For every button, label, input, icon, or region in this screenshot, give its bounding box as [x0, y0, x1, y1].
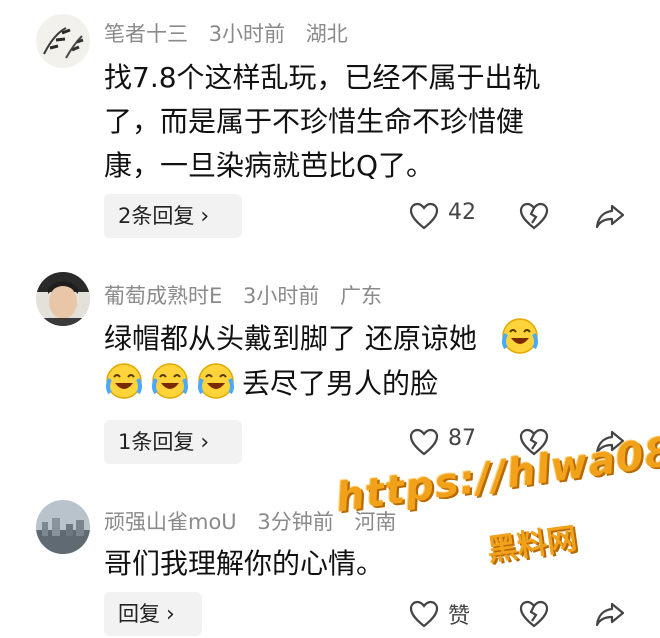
crying-laughing-emoji-icon — [150, 361, 190, 401]
username[interactable]: 葡萄成熟时E — [104, 284, 222, 308]
crying-laughing-emoji-icon — [104, 361, 144, 401]
like-count: 42 — [448, 200, 476, 225]
view-replies-label: 1条回复 — [118, 430, 195, 454]
comment-actions: 42 — [400, 194, 640, 238]
comment-actions: 赞 — [400, 592, 640, 636]
reply-button[interactable]: 回复 › — [104, 592, 202, 636]
comment-meta: 笔者十三 3小时前 湖北 — [104, 18, 362, 48]
chevron-right-icon: › — [166, 602, 175, 627]
chevron-right-icon: › — [200, 430, 210, 455]
comment-meta: 葡萄成熟时E 3小时前 广东 — [104, 280, 396, 310]
username[interactable]: 顽强山雀moU — [104, 510, 237, 534]
share-arrow-icon[interactable] — [594, 598, 626, 630]
timestamp: 3小时前 — [242, 284, 320, 308]
comment-text-line: 丢尽了男人的脸 — [104, 361, 634, 406]
comment-text-line: 康，一旦染病就芭比Q了。 — [104, 149, 435, 182]
heart-outline-icon[interactable] — [408, 200, 440, 232]
timestamp: 3小时前 — [208, 22, 286, 46]
broken-heart-icon[interactable] — [518, 200, 550, 232]
location: 湖北 — [305, 22, 348, 46]
timestamp: 3分钟前 — [257, 510, 334, 534]
comment-text: 找7.8个这样乱玩，已经不属于出轨 了，而是属于不珍惜生命不珍惜健 康，一旦染病… — [104, 56, 634, 188]
like-label: 赞 — [448, 604, 471, 629]
crying-laughing-emoji-icon — [500, 316, 540, 356]
view-replies-button[interactable]: 2条回复 › — [104, 194, 242, 238]
share-arrow-icon[interactable] — [594, 200, 626, 232]
username[interactable]: 笔者十三 — [104, 22, 188, 46]
comment-2: 葡萄成熟时E 3小时前 广东 绿帽都从头戴到脚了 还原谅她 丢尽了男人的脸 1条… — [0, 262, 660, 472]
reply-label: 回复 — [118, 602, 160, 626]
comment-text-line: 找7.8个这样乱玩，已经不属于出轨 — [104, 61, 541, 94]
view-replies-button[interactable]: 1条回复 › — [104, 420, 242, 464]
avatar[interactable] — [36, 500, 90, 554]
comment-text-part: 丢尽了男人的脸 — [242, 367, 439, 400]
location: 广东 — [340, 284, 383, 308]
comment-1: 笔者十三 3小时前 湖北 找7.8个这样乱玩，已经不属于出轨 了，而是属于不珍惜… — [0, 0, 660, 245]
broken-heart-icon[interactable] — [518, 598, 550, 630]
comment-text: 绿帽都从头戴到脚了 还原谅她 丢尽了男人的脸 — [104, 316, 634, 406]
view-replies-label: 2条回复 — [118, 204, 195, 228]
crying-laughing-emoji-icon — [196, 361, 236, 401]
comment-text-line: 了，而是属于不珍惜生命不珍惜健 — [104, 105, 525, 138]
comment-3: 顽强山雀moU 3分钟前 河南 哥们我理解你的心情。 回复 › 赞 — [0, 486, 660, 638]
avatar[interactable] — [36, 14, 90, 68]
comment-text-part: 绿帽都从头戴到脚了 还原谅她 — [104, 322, 477, 355]
heart-outline-icon[interactable] — [408, 426, 440, 458]
comment-text-line: 绿帽都从头戴到脚了 还原谅她 — [104, 316, 634, 361]
like-count: 87 — [448, 426, 476, 451]
avatar[interactable] — [36, 272, 90, 326]
heart-outline-icon[interactable] — [408, 598, 440, 630]
chevron-right-icon: › — [200, 204, 210, 229]
